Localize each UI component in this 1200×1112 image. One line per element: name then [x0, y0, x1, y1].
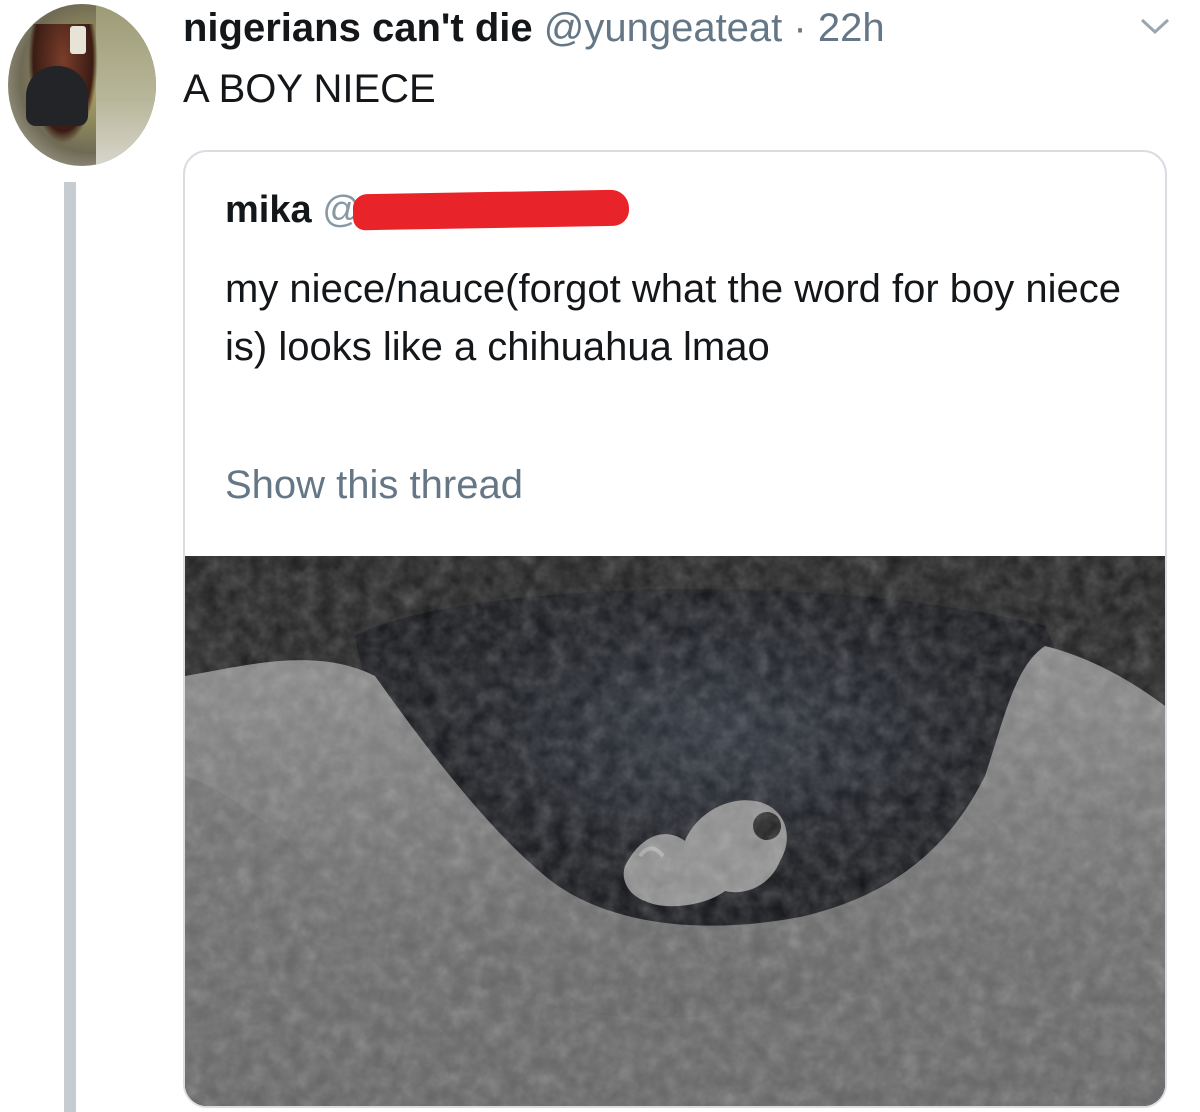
avatar[interactable] — [8, 4, 156, 166]
avatar-shirt — [26, 66, 88, 126]
quoted-header: mika @ — [225, 188, 361, 232]
quoted-author-name[interactable]: mika — [225, 189, 312, 231]
redaction-mark — [352, 189, 630, 231]
tweet-header: nigerians can't die @yungeateat · 22h — [183, 6, 885, 50]
author-name[interactable]: nigerians can't die — [183, 6, 533, 50]
avatar-phone — [70, 26, 86, 54]
tweet[interactable]: nigerians can't die @yungeateat · 22h A … — [0, 0, 1200, 1112]
separator-dot: · — [793, 6, 807, 50]
ultrasound-image[interactable] — [185, 556, 1165, 1106]
tweet-text: A BOY NIECE — [183, 67, 436, 111]
quoted-tweet[interactable]: mika @ my niece/nauce(forgot what the wo… — [183, 150, 1167, 1108]
author-handle[interactable]: @yungeateat — [544, 6, 783, 50]
avatar-background — [96, 4, 156, 166]
chevron-down-icon[interactable] — [1138, 12, 1172, 40]
tweet-time[interactable]: 22h — [818, 6, 885, 50]
show-thread-link[interactable]: Show this thread — [225, 462, 523, 508]
quoted-text: my niece/nauce(forgot what the word for … — [225, 267, 1122, 369]
thread-line — [64, 182, 76, 1112]
